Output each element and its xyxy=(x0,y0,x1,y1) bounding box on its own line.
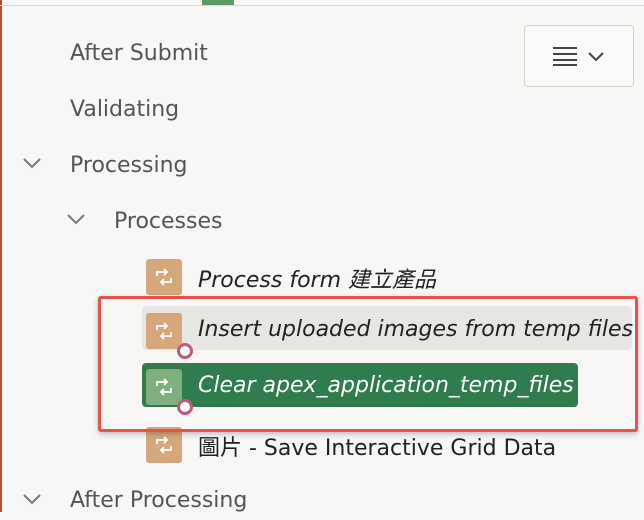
tree-node-label: Validating xyxy=(70,96,180,122)
tree-node-label: After Submit xyxy=(70,40,208,66)
tree-node-processes[interactable]: Processes xyxy=(114,201,222,241)
expand-chevron-down-icon[interactable] xyxy=(22,156,42,170)
process-label: Process form 建立產品 xyxy=(198,268,436,293)
expand-chevron-down-icon[interactable] xyxy=(66,212,86,226)
chevron-down-icon xyxy=(588,52,604,62)
tree-node-label: Processing xyxy=(70,152,188,178)
top-divider xyxy=(0,5,644,6)
tree-node-processing[interactable]: Processing xyxy=(70,145,187,185)
process-icon xyxy=(146,427,182,463)
tree-node-after-submit[interactable]: After Submit xyxy=(70,33,208,73)
expand-chevron-down-icon[interactable] xyxy=(22,492,42,506)
tree-menu-button[interactable] xyxy=(524,25,634,87)
tree-node-after-processing[interactable]: After Processing xyxy=(70,480,247,520)
process-label: 圖片 - Save Interactive Grid Data xyxy=(198,436,557,461)
refresh-icon xyxy=(156,268,172,286)
tree-node-validating[interactable]: Validating xyxy=(70,89,179,129)
active-tab-indicator xyxy=(202,0,234,5)
left-edge-border xyxy=(0,0,2,512)
hamburger-menu-icon xyxy=(553,47,577,66)
tree-node-label: After Processing xyxy=(70,487,248,513)
process-icon xyxy=(146,259,182,295)
refresh-icon xyxy=(156,436,172,454)
tree-node-label: Processes xyxy=(114,208,223,234)
annotation-highlight-box xyxy=(98,296,638,432)
